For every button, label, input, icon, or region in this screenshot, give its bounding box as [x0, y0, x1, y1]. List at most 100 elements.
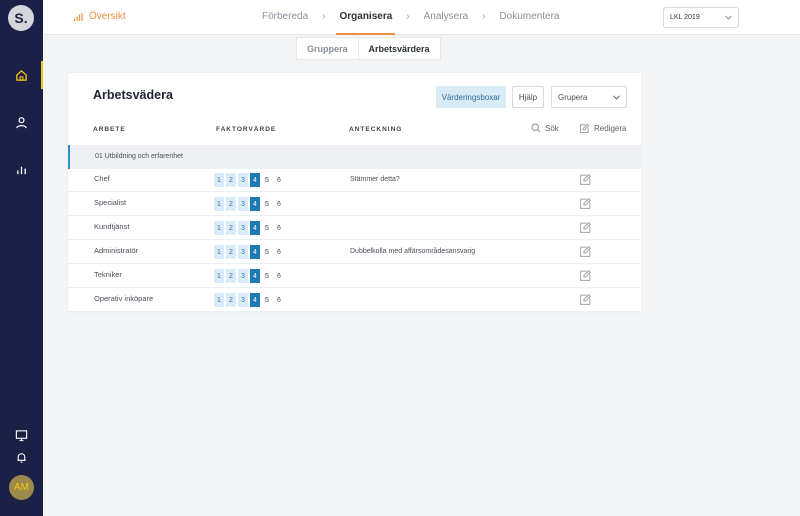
factor-value-5[interactable]: 5 — [262, 269, 272, 283]
chevron-down-icon — [613, 94, 620, 100]
row-note: Stämmer detta? — [350, 176, 400, 183]
step-dokumentera[interactable]: Dokumentera — [499, 11, 559, 22]
table-row[interactable]: Specialist 1 2 3 4 5 6 — [68, 193, 641, 216]
table-row[interactable]: Chef 1 2 3 4 5 6 Stämmer detta? — [68, 169, 641, 192]
factor-value-4[interactable]: 4 — [250, 197, 260, 211]
valuation-boxes-button[interactable]: Värderingsboxar — [436, 86, 506, 108]
job-name: Chef — [94, 174, 110, 183]
section-label: 01 Utbildning och erfarenhet — [95, 153, 183, 160]
avatar[interactable]: AM — [9, 475, 34, 500]
help-button[interactable]: Hjälp — [512, 86, 544, 108]
stats-icon[interactable] — [11, 159, 31, 179]
year-select[interactable]: LKL 2019 — [663, 7, 739, 28]
top-bar: Översikt Förbereda › Organisera › Analys… — [43, 0, 800, 35]
edit-icon[interactable] — [579, 245, 592, 258]
overview-label: Översikt — [89, 11, 126, 22]
factor-value-3[interactable]: 3 — [238, 221, 248, 235]
table-row[interactable]: Kundtjänst 1 2 3 4 5 6 — [68, 217, 641, 240]
factor-value-6[interactable]: 6 — [274, 245, 284, 259]
factor-value-1[interactable]: 1 — [214, 245, 224, 259]
factor-value-5[interactable]: 5 — [262, 173, 272, 187]
factor-value-6[interactable]: 6 — [274, 173, 284, 187]
table-row[interactable]: Operativ inköpare 1 2 3 4 5 6 — [68, 289, 641, 312]
factor-value-3[interactable]: 3 — [238, 197, 248, 211]
factor-value-2[interactable]: 2 — [226, 221, 236, 235]
table-row[interactable]: Tekniker 1 2 3 4 5 6 — [68, 265, 641, 288]
factor-value-2[interactable]: 2 — [226, 245, 236, 259]
bar-chart-icon — [73, 12, 83, 21]
factor-value-5[interactable]: 5 — [262, 293, 272, 307]
factor-value-3[interactable]: 3 — [238, 245, 248, 259]
edit-icon — [579, 123, 590, 134]
chevron-right-icon: › — [406, 11, 410, 22]
factor-value-3[interactable]: 3 — [238, 293, 248, 307]
job-name: Specialist — [94, 198, 127, 207]
app-logo[interactable]: S. — [8, 5, 34, 31]
job-name: Tekniker — [94, 270, 122, 279]
column-header-factor: FAKTORVÄRDE — [216, 126, 277, 133]
factor-value-3[interactable]: 3 — [238, 269, 248, 283]
factor-scale: 123456 — [214, 197, 284, 211]
factor-value-5[interactable]: 5 — [262, 197, 272, 211]
tab-gruppera[interactable]: Gruppera — [297, 38, 358, 59]
factor-value-5[interactable]: 5 — [262, 245, 272, 259]
sub-tabs: Gruppera Arbetsvärdera — [296, 37, 441, 60]
factor-value-1[interactable]: 1 — [214, 293, 224, 307]
column-header-note: ANTECKNING — [349, 126, 403, 133]
home-icon[interactable] — [11, 65, 31, 85]
chevron-right-icon: › — [482, 11, 486, 22]
edit-button[interactable]: Redigera — [579, 123, 626, 134]
step-forbereda[interactable]: Förbereda — [262, 11, 308, 22]
bell-icon[interactable] — [11, 447, 31, 467]
factor-value-2[interactable]: 2 — [226, 269, 236, 283]
sidebar-active-indicator — [41, 61, 43, 89]
factor-value-6[interactable]: 6 — [274, 197, 284, 211]
factor-value-1[interactable]: 1 — [214, 221, 224, 235]
edit-icon[interactable] — [579, 197, 592, 210]
factor-value-6[interactable]: 6 — [274, 269, 284, 283]
edit-icon[interactable] — [579, 221, 592, 234]
factor-scale: 123456 — [214, 173, 284, 187]
group-select-value: Grupera — [558, 92, 588, 102]
factor-value-2[interactable]: 2 — [226, 197, 236, 211]
factor-value-6[interactable]: 6 — [274, 221, 284, 235]
search-icon — [531, 123, 541, 133]
job-name: Administratör — [94, 246, 139, 255]
workflow-steps: Förbereda › Organisera › Analysera › Dok… — [262, 11, 559, 35]
factor-value-1[interactable]: 1 — [214, 269, 224, 283]
search-button[interactable]: Sök — [531, 123, 559, 133]
edit-icon[interactable] — [579, 269, 592, 282]
row-note: Dubbelkolla med affärsområdesansvarig — [350, 248, 476, 255]
tab-arbetsvardera[interactable]: Arbetsvärdera — [357, 38, 440, 59]
step-analysera[interactable]: Analysera — [424, 11, 468, 22]
factor-value-5[interactable]: 5 — [262, 221, 272, 235]
overview-link[interactable]: Översikt — [73, 11, 126, 22]
factor-value-4[interactable]: 4 — [250, 245, 260, 259]
factor-value-1[interactable]: 1 — [214, 173, 224, 187]
monitor-icon[interactable] — [11, 425, 31, 445]
factor-value-2[interactable]: 2 — [226, 173, 236, 187]
factor-value-4[interactable]: 4 — [250, 293, 260, 307]
column-header-job: ARBETE — [93, 126, 126, 133]
edit-icon[interactable] — [579, 293, 592, 306]
edit-icon[interactable] — [579, 173, 592, 186]
factor-value-4[interactable]: 4 — [250, 221, 260, 235]
job-name: Kundtjänst — [94, 222, 130, 231]
factor-value-4[interactable]: 4 — [250, 173, 260, 187]
factor-value-1[interactable]: 1 — [214, 197, 224, 211]
factor-value-3[interactable]: 3 — [238, 173, 248, 187]
factor-value-6[interactable]: 6 — [274, 293, 284, 307]
factor-value-4[interactable]: 4 — [250, 269, 260, 283]
step-organisera[interactable]: Organisera — [336, 11, 396, 35]
factor-scale: 123456 — [214, 245, 284, 259]
factor-scale: 123456 — [214, 293, 284, 307]
group-select[interactable]: Grupera — [551, 86, 627, 108]
section-row[interactable]: 01 Utbildning och erfarenhet — [68, 145, 641, 169]
search-label: Sök — [545, 123, 559, 133]
factor-value-2[interactable]: 2 — [226, 293, 236, 307]
valuation-card: Arbetsvädera Värderingsboxar Hjälp Grupe… — [68, 73, 641, 312]
user-icon[interactable] — [11, 112, 31, 132]
table-row[interactable]: Administratör 1 2 3 4 5 6 Dubbelkolla med affär… — [68, 241, 641, 264]
factor-scale: 123456 — [214, 221, 284, 235]
card-title: Arbetsvädera — [93, 88, 173, 102]
